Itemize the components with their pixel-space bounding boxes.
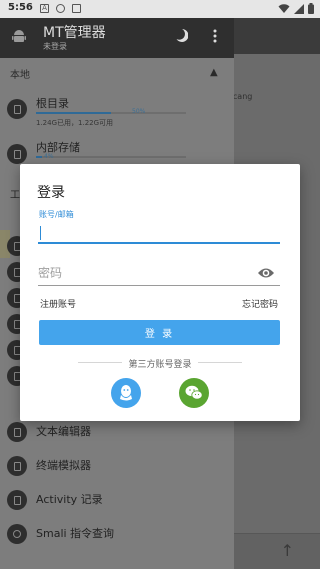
status-bar: 5:56 A [0, 0, 320, 18]
android-icon [12, 30, 26, 42]
signal-icon [294, 3, 304, 14]
tool-text-editor[interactable]: 文本编辑器 [36, 423, 91, 439]
status-right-icons [278, 3, 314, 14]
wechat-login-button[interactable] [179, 378, 209, 408]
register-link[interactable]: 注册账号 [40, 297, 76, 310]
status-time: 5:56 [8, 2, 33, 13]
background-toolbar [234, 18, 320, 54]
show-password-icon[interactable] [257, 266, 275, 280]
app-title: MT管理器 [43, 25, 106, 41]
terminal-icon [7, 456, 27, 476]
text-cursor [40, 226, 41, 240]
background-bottom-bar: ↑ [234, 533, 320, 569]
login-status[interactable]: 未登录 [43, 41, 67, 52]
arrow-up-icon: ↑ [280, 541, 294, 560]
notification-a-icon: A [40, 4, 49, 13]
storage-root-label[interactable]: 根目录 [36, 95, 69, 111]
document-icon [7, 422, 27, 442]
dialog-title: 登录 [37, 185, 65, 201]
account-field-label: 账号/邮箱 [39, 210, 74, 219]
battery-icon [308, 3, 314, 14]
account-input[interactable] [38, 222, 280, 244]
storage-internal-usage-bar [36, 156, 186, 158]
activity-icon [7, 490, 27, 510]
storage-root-meta: 1.24G已用，1.22G可用 [36, 119, 114, 127]
login-button[interactable]: 登 录 [39, 320, 280, 345]
tool-activity-log[interactable]: Activity 记录 [36, 491, 103, 507]
night-mode-icon[interactable] [176, 29, 188, 42]
storage-internal-icon [7, 144, 27, 164]
qq-login-button[interactable] [111, 378, 141, 408]
password-input[interactable] [38, 260, 280, 286]
tool-smali-lookup[interactable]: Smali 指令查询 [36, 525, 114, 541]
storage-root-icon [7, 99, 27, 119]
login-dialog: 登录 账号/邮箱 注册账号 忘记密码 登 录 第三方账号登录 [20, 164, 300, 421]
section-local-title: 本地 [10, 70, 30, 81]
section-tools-title: 工 [10, 190, 20, 201]
more-options-icon[interactable] [213, 29, 217, 43]
third-party-login-label: 第三方账号登录 [128, 360, 192, 370]
tool-terminal[interactable]: 终端模拟器 [36, 457, 91, 473]
notification-circle-icon [56, 4, 65, 13]
forgot-password-link[interactable]: 忘记密码 [242, 297, 278, 310]
wechat-icon [185, 385, 203, 400]
storage-internal-label[interactable]: 内部存储 [36, 139, 80, 155]
divider-right [198, 362, 242, 363]
qq-icon [120, 385, 132, 401]
storage-internal-percent: 4% [44, 153, 54, 160]
collapse-section-icon[interactable]: ▲ [210, 67, 218, 78]
search-icon [7, 524, 27, 544]
storage-root-percent: 50% [132, 108, 146, 115]
wifi-icon [278, 3, 290, 13]
storage-root-usage-bar [36, 112, 186, 114]
notification-box-icon [72, 4, 81, 13]
drawer-header: MT管理器 未登录 [0, 18, 234, 58]
